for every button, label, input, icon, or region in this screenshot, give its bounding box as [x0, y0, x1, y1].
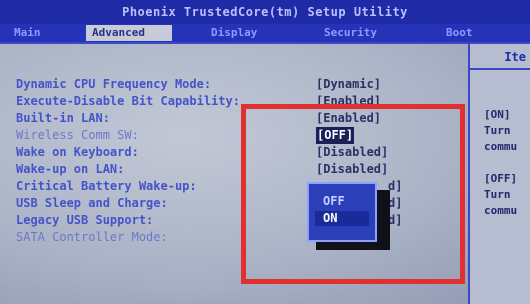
tab-strip: Main Advanced Display Security Boot: [0, 24, 530, 42]
help-text: [OFF]: [484, 172, 518, 185]
help-text: Turn: [484, 188, 511, 201]
setting-label: Dynamic CPU Frequency Mode:: [16, 77, 212, 91]
highlight-annotation-box: [241, 104, 465, 284]
help-header: Ite: [470, 44, 530, 70]
bios-title-bar: Phoenix TrustedCore(tm) Setup Utility: [0, 0, 530, 24]
setting-label: Built-in LAN:: [16, 111, 110, 125]
setting-label: Legacy USB Support:: [16, 213, 154, 227]
setting-label: SATA Controller Mode:: [16, 230, 168, 244]
tab-boot[interactable]: Boot: [440, 25, 500, 41]
tab-security[interactable]: Security: [318, 25, 400, 41]
bios-screen: Phoenix TrustedCore(tm) Setup Utility Ma…: [0, 0, 530, 304]
setting-label: USB Sleep and Charge:: [16, 196, 168, 210]
setting-label: Critical Battery Wake-up:: [16, 179, 197, 193]
setting-label: Wake on Keyboard:: [16, 145, 139, 159]
setting-label: Execute-Disable Bit Capability:: [16, 94, 240, 108]
tab-advanced[interactable]: Advanced: [86, 25, 172, 41]
item-help-panel: Ite [ON] Turn commu [OFF] Turn commu: [468, 44, 530, 304]
setting-row[interactable]: Dynamic CPU Frequency Mode: [Dynamic]: [16, 76, 456, 93]
setting-value[interactable]: [Dynamic]: [316, 76, 381, 93]
help-text: [ON]: [484, 108, 511, 121]
setting-label: Wireless Comm SW:: [16, 128, 139, 142]
bios-title: Phoenix TrustedCore(tm) Setup Utility: [122, 5, 408, 19]
help-text: commu: [484, 140, 518, 153]
tab-display[interactable]: Display: [205, 25, 285, 41]
help-text: commu: [484, 204, 518, 217]
help-text: Turn: [484, 124, 511, 137]
tab-main[interactable]: Main: [8, 25, 70, 41]
setting-label: Wake-up on LAN:: [16, 162, 125, 176]
